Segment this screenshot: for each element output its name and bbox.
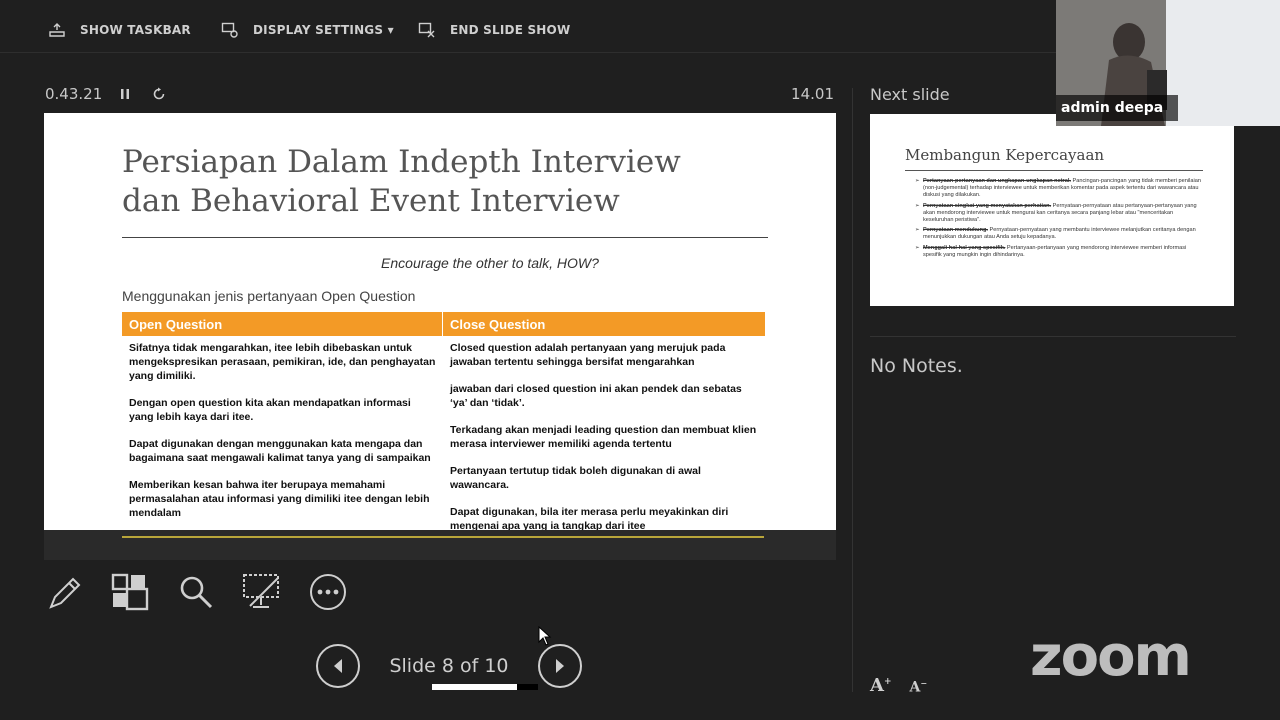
slide-count-label: Slide 8 of 10: [389, 655, 509, 677]
more-icon: [310, 574, 346, 610]
table-cell: Pertanyaan tertutup tidak boleh digunaka…: [450, 465, 701, 491]
display-settings-button[interactable]: DISPLAY SETTINGS ▾: [221, 18, 394, 42]
bullet-term: Pernyataan mendukung.: [923, 227, 988, 234]
slide-tools: [44, 572, 374, 612]
slide-encourage-text: Encourage the other to talk, HOW?: [381, 255, 599, 271]
more-options-button[interactable]: [308, 572, 348, 612]
slide-progress-bar: [432, 684, 538, 690]
slide-progress-fill: [432, 684, 517, 690]
question-comparison-table: Open Question Close Question Sifatnya ti…: [122, 312, 765, 546]
footer-rule: [122, 536, 764, 538]
pane-divider[interactable]: [852, 88, 853, 692]
next-slide-button[interactable]: [538, 644, 582, 688]
presentation-timer: 0.43.21: [45, 85, 166, 103]
current-slide[interactable]: Persiapan Dalam Indepth Interview dan Be…: [44, 113, 836, 560]
slide-footer: [44, 530, 836, 560]
notes-divider: [870, 336, 1236, 337]
next-slide-thumbnail[interactable]: Membangun Kepercayaan Pertanyaan-pertany…: [870, 114, 1234, 306]
slide-title-line-2: dan Behavioral Event Interview: [122, 183, 620, 219]
decrease-font-label: A: [909, 680, 921, 696]
display-settings-label: DISPLAY SETTINGS ▾: [253, 23, 394, 37]
title-divider: [122, 237, 768, 238]
header-open-question: Open Question: [122, 312, 443, 336]
next-slide-label: Next slide: [870, 85, 950, 104]
slide-counter[interactable]: Slide 8 of 10: [360, 644, 538, 690]
taskbar-icon: [49, 23, 65, 37]
zoom-slide-button[interactable]: [176, 572, 216, 612]
open-question-column: Sifatnya tidak mengarahkan, itee lebih d…: [122, 336, 443, 546]
notes-font-controls: A+ A−: [870, 675, 927, 696]
list-item: Menggali hal-hal yang spesifik. Pertanya…: [915, 245, 1205, 259]
toggle-screen-button[interactable]: [242, 572, 282, 612]
slide-title: Persiapan Dalam Indepth Interview dan Be…: [122, 143, 782, 221]
list-item: Pernyataan singkat yang menyatakan perha…: [915, 203, 1205, 225]
table-cell: Sifatnya tidak mengarahkan, itee lebih d…: [129, 342, 436, 382]
show-taskbar-label: SHOW TASKBAR: [80, 23, 191, 37]
end-slide-show-button[interactable]: END SLIDE SHOW: [418, 18, 570, 42]
zoom-logo: zoom: [1030, 624, 1192, 689]
magnifier-icon: [180, 576, 213, 609]
slide-title-line-1: Persiapan Dalam Indepth Interview: [122, 144, 681, 180]
display-settings-icon: [221, 22, 238, 38]
slide-subtitle: Menggunakan jenis pertanyaan Open Questi…: [122, 288, 416, 304]
table-cell: Closed question adalah pertanyaan yang m…: [450, 342, 726, 368]
restart-timer-button[interactable]: [152, 87, 166, 101]
table-header: Open Question Close Question: [122, 312, 765, 336]
next-slide-title: Membangun Kepercayaan: [905, 146, 1105, 164]
list-item: Pernyataan mendukung. Pernyataan-pernyat…: [915, 227, 1205, 241]
pause-icon: [121, 89, 130, 99]
mouse-cursor-icon: [538, 626, 552, 646]
close-question-column: Closed question adalah pertanyaan yang m…: [443, 336, 765, 546]
previous-slide-button[interactable]: [316, 644, 360, 688]
slide-navigation: Slide 8 of 10: [316, 644, 582, 690]
bullet-term: Menggali hal-hal yang spesifik.: [923, 244, 1006, 251]
table-cell: Dapat digunakan, bila iter merasa perlu …: [450, 506, 729, 532]
pen-icon: [49, 577, 81, 609]
table-cell: Memberikan kesan bahwa iter berupaya mem…: [129, 479, 430, 519]
current-time: 14.01: [791, 85, 834, 103]
speaker-notes[interactable]: No Notes.: [870, 355, 963, 377]
table-cell: jawaban dari closed question ini akan pe…: [450, 383, 742, 409]
participant-name: admin deepa ...: [1056, 95, 1178, 121]
show-taskbar-button[interactable]: SHOW TASKBAR: [48, 18, 191, 42]
end-show-icon: [418, 22, 435, 38]
bullet-term: Pernyataan singkat yang menyatakan perha…: [923, 202, 1052, 209]
see-all-slides-button[interactable]: [110, 572, 150, 612]
elapsed-time: 0.43.21: [45, 85, 103, 103]
screen-toggle-icon: [243, 574, 279, 608]
increase-font-button[interactable]: A+: [870, 675, 892, 696]
list-item: Pertanyaan-pertanyaan dan ungkapan-ungka…: [915, 178, 1205, 200]
restart-icon: [153, 87, 165, 100]
participant-video-tile[interactable]: admin deepa ...: [1056, 0, 1280, 126]
decrease-font-button[interactable]: A−: [910, 678, 928, 696]
next-slide-divider: [905, 170, 1203, 171]
video-window-light: [1166, 0, 1280, 126]
table-cell: Dapat digunakan dengan menggunakan kata …: [129, 438, 431, 464]
header-close-question: Close Question: [450, 316, 546, 332]
previous-icon: [334, 659, 342, 673]
pause-button[interactable]: [120, 88, 130, 100]
table-cell: Terkadang akan menjadi leading question …: [450, 424, 757, 450]
bullet-term: Pertanyaan-pertanyaan dan ungkapan-ungka…: [923, 178, 1071, 184]
next-slide-bullets: Pertanyaan-pertanyaan dan ungkapan-ungka…: [915, 178, 1205, 262]
end-slide-show-label: END SLIDE SHOW: [450, 23, 571, 37]
next-icon: [556, 659, 564, 673]
table-body: Sifatnya tidak mengarahkan, itee lebih d…: [122, 336, 765, 546]
increase-font-label: A: [870, 675, 884, 696]
pen-tool-button[interactable]: [44, 572, 84, 612]
table-cell: Dengan open question kita akan mendapatk…: [129, 397, 411, 423]
grid-slides-icon: [111, 573, 149, 611]
